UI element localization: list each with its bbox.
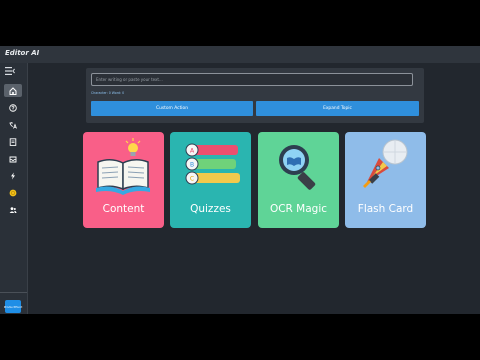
character-word-counter: Character: 0 Word: 0 (91, 91, 125, 95)
book-lightbulb-icon (96, 138, 150, 195)
quizzes-card-label: Quizzes (190, 203, 231, 215)
sidebar-item-help[interactable] (4, 101, 22, 114)
flash-card-card-label: Flash Card (357, 203, 414, 215)
document-icon (9, 137, 17, 146)
sidebar-item-coin[interactable] (4, 186, 22, 199)
menu-collapse-icon[interactable] (5, 67, 15, 75)
rocket-icon (363, 139, 408, 188)
sidebar: ProductHunt (0, 63, 28, 314)
sidebar-item-inbox[interactable] (4, 152, 22, 165)
quiz-options-icon: A B C (185, 143, 240, 185)
flash-card-card[interactable]: Flash Card (345, 132, 426, 228)
content-card-label: Content (102, 203, 145, 215)
sidebar-item-translate[interactable] (4, 118, 22, 131)
sidebar-item-users[interactable] (4, 203, 22, 216)
bolt-icon (11, 172, 15, 179)
svg-text:B: B (190, 161, 194, 168)
product-badge[interactable]: ProductHunt (4, 300, 22, 313)
sidebar-item-document[interactable] (4, 135, 22, 148)
magnifier-book-icon (279, 145, 316, 190)
home-icon (9, 86, 17, 95)
quizzes-card[interactable]: A B C Quizzes (170, 132, 251, 228)
content-card[interactable]: Content (83, 132, 164, 228)
expand-topic-button[interactable]: Expand Topic (256, 101, 419, 116)
sidebar-item-bolt[interactable] (4, 169, 22, 182)
users-icon (9, 206, 17, 213)
custom-action-button[interactable]: Custom Action (91, 101, 253, 116)
app-title: Editor AI (5, 49, 40, 57)
svg-text:C: C (190, 175, 194, 182)
top-bar: Editor AI (0, 46, 480, 63)
ocr-magic-card[interactable]: OCR Magic (258, 132, 339, 228)
coin-icon (9, 189, 17, 196)
app-window: Editor AI ProductHunt Enter writing or p… (0, 46, 480, 314)
ocr-magic-card-label: OCR Magic (269, 203, 328, 215)
editor-panel: Character: 0 Word: 0 Custom Action Expan… (86, 68, 424, 123)
sidebar-divider (0, 292, 27, 293)
inbox-icon (9, 156, 17, 162)
translate-icon (9, 121, 17, 129)
sidebar-item-home[interactable] (4, 84, 22, 97)
help-icon (9, 103, 17, 112)
text-input[interactable] (91, 73, 413, 86)
